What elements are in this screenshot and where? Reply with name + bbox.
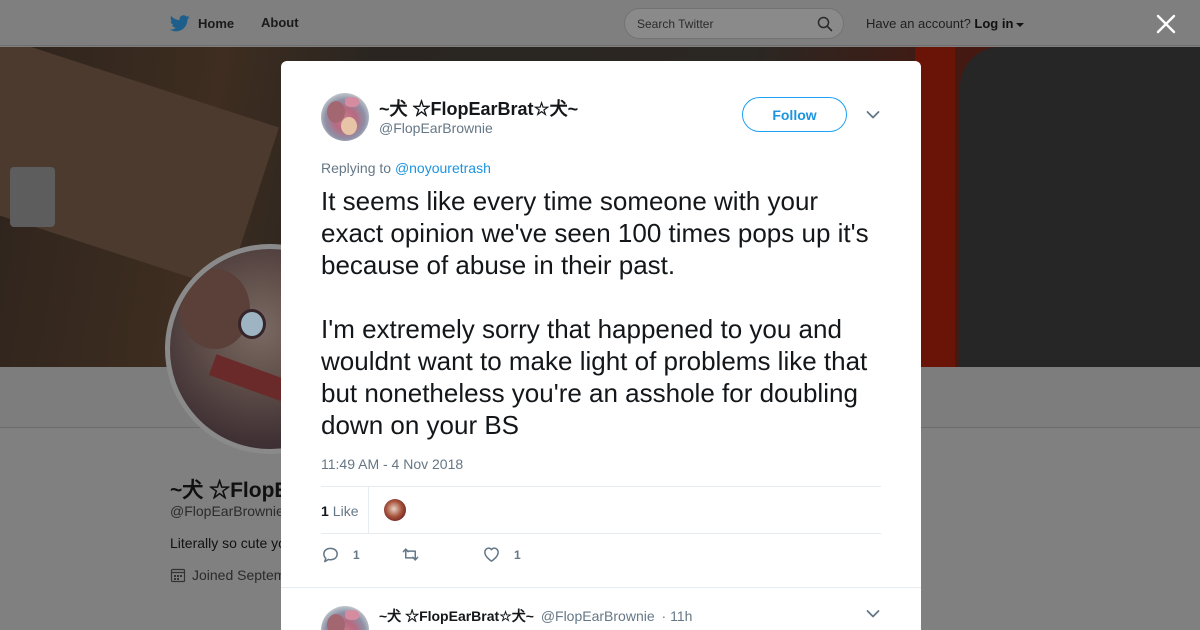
login-area: Have an account? Log in	[866, 16, 1025, 31]
profile-joined-text: Joined Septem	[192, 567, 286, 583]
retweet-button[interactable]	[401, 545, 433, 564]
author-avatar[interactable]	[321, 93, 369, 141]
nav-home-link[interactable]: Home	[170, 15, 234, 32]
liker-avatar[interactable]	[384, 499, 406, 521]
tweet-paragraph: It seems like every time someone with yo…	[321, 186, 869, 280]
like-count: 1	[514, 547, 521, 562]
nav-about-link[interactable]: About	[261, 15, 299, 30]
likes-stat[interactable]: 1 Like	[321, 503, 358, 519]
login-link[interactable]: Log in	[974, 16, 1025, 31]
likes-stat-count: 1	[321, 503, 329, 519]
next-tweet-author-name[interactable]: ~犬 ☆FlopEarBrat☆犬~	[379, 608, 534, 624]
retweet-icon	[402, 548, 419, 561]
tweet-actions: 1 1	[321, 545, 881, 565]
author-name[interactable]: ~犬 ☆FlopEarBrat☆犬~	[379, 95, 578, 121]
nav-home-label: Home	[198, 16, 235, 31]
reply-button[interactable]: 1	[321, 545, 360, 564]
close-icon[interactable]	[1155, 13, 1177, 35]
like-button[interactable]: 1	[482, 545, 521, 564]
next-tweet-header: ~犬 ☆FlopEarBrat☆犬~ @FlopEarBrownie · 11h	[379, 606, 692, 626]
follow-button[interactable]: Follow	[742, 97, 847, 132]
tweet-timestamp[interactable]: 11:49 AM - 4 Nov 2018	[321, 456, 463, 472]
profile-bio: Literally so cute yo	[170, 535, 286, 551]
twitter-bird-icon	[170, 15, 190, 32]
tweet-stats: 1 Like	[321, 486, 881, 534]
tweet-paragraph: I'm extremely sorry that happened to you…	[321, 314, 868, 440]
profile-name: ~犬 ☆FlopE	[170, 479, 289, 502]
profile-handle: @FlopEarBrownie	[170, 503, 284, 519]
reply-count: 1	[353, 547, 360, 562]
stats-divider	[368, 487, 369, 533]
caret-down-icon	[1016, 22, 1025, 27]
replying-to: Replying to @noyouretrash	[321, 160, 491, 176]
tweet-modal: ~犬 ☆FlopEarBrat☆犬~ @FlopEarBrownie Follo…	[281, 61, 921, 630]
next-tweet-author-handle[interactable]: @FlopEarBrownie	[541, 608, 655, 624]
login-label: Log in	[974, 16, 1014, 31]
replying-to-link[interactable]: @noyouretrash	[395, 160, 491, 176]
replying-prefix: Replying to	[321, 160, 392, 176]
search-box[interactable]	[624, 8, 844, 39]
search-input[interactable]	[637, 15, 807, 33]
reply-icon	[323, 547, 338, 563]
author-handle[interactable]: @FlopEarBrownie	[379, 120, 493, 136]
next-tweet-avatar[interactable]	[321, 606, 369, 630]
heart-icon	[484, 547, 499, 562]
chevron-down-icon[interactable]	[866, 110, 880, 120]
likes-stat-label: Like	[332, 503, 359, 519]
calendar-icon	[170, 568, 186, 583]
profile-joined: Joined Septem	[170, 567, 285, 583]
chevron-down-icon[interactable]	[866, 609, 880, 619]
next-tweet-time[interactable]: · 11h	[662, 608, 693, 624]
thread-divider	[281, 587, 921, 588]
top-navigation-bar: Home About Have an account? Log in	[0, 0, 1200, 46]
tweet-text: It seems like every time someone with yo…	[321, 185, 881, 441]
have-account-text: Have an account?	[866, 16, 971, 31]
search-icon[interactable]	[817, 16, 833, 32]
